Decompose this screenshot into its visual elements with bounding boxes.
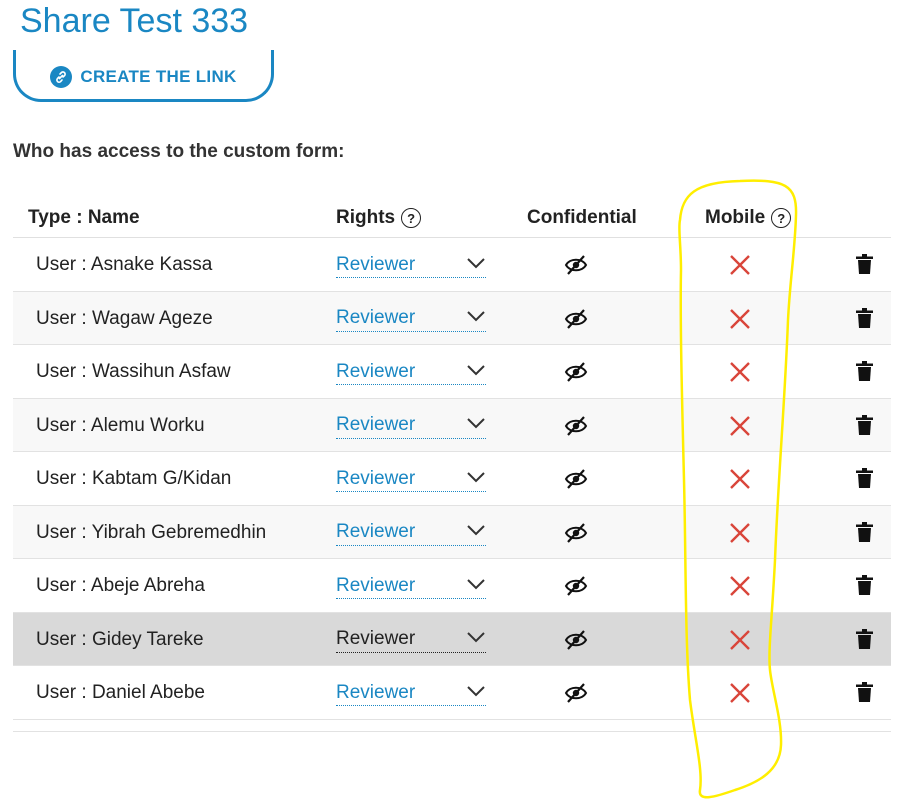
rights-value: Reviewer xyxy=(336,574,416,596)
create-link-button[interactable]: CREATE THE LINK xyxy=(13,50,274,102)
table-row[interactable]: User : Gidey Tareke Reviewer xyxy=(13,612,891,666)
trash-icon[interactable] xyxy=(856,414,873,440)
chevron-down-icon xyxy=(466,630,486,648)
create-link-label: CREATE THE LINK xyxy=(80,66,237,86)
rights-dropdown[interactable]: Reviewer xyxy=(336,359,486,385)
chevron-down-icon xyxy=(466,363,486,381)
eye-slash-icon[interactable] xyxy=(564,629,588,656)
user-name: User : Alemu Worku xyxy=(36,414,205,436)
eye-slash-icon[interactable] xyxy=(564,415,588,442)
cross-icon[interactable] xyxy=(728,414,752,443)
access-table: Type : Name Rights ? Confidential Mobile… xyxy=(13,196,891,732)
cross-icon[interactable] xyxy=(728,307,752,336)
rights-dropdown[interactable]: Reviewer xyxy=(336,306,486,332)
trash-icon[interactable] xyxy=(856,361,873,386)
table-row[interactable]: User : Alemu Worku Reviewer xyxy=(13,398,891,452)
user-name: User : Yibrah Gebremedhin xyxy=(36,521,267,543)
trash-icon[interactable] xyxy=(856,468,873,493)
cross-icon[interactable] xyxy=(728,467,752,496)
eye-slash-icon[interactable] xyxy=(564,254,588,281)
user-name: User : Wassihun Asfaw xyxy=(36,361,231,382)
trash-icon[interactable] xyxy=(856,682,873,707)
table-row[interactable]: User : Daniel Abebe Reviewer xyxy=(13,666,891,720)
help-circle-icon[interactable]: ? xyxy=(401,208,422,228)
chevron-down-icon xyxy=(466,256,486,274)
user-name: User : Wagaw Ageze xyxy=(36,307,213,329)
rights-dropdown[interactable]: Reviewer xyxy=(336,252,486,278)
rights-dropdown[interactable]: Reviewer xyxy=(336,573,486,599)
trash-icon[interactable] xyxy=(856,628,873,654)
table-footer xyxy=(13,720,891,732)
chevron-down-icon xyxy=(466,470,486,488)
user-name: User : Gidey Tareke xyxy=(36,628,204,650)
cross-icon[interactable] xyxy=(728,574,752,603)
cross-icon[interactable] xyxy=(728,253,752,282)
header-confidential: Confidential xyxy=(527,207,637,228)
user-name: User : Asnake Kassa xyxy=(36,254,213,275)
eye-slash-icon[interactable] xyxy=(564,575,588,602)
eye-slash-icon[interactable] xyxy=(564,361,588,388)
rights-value: Reviewer xyxy=(336,521,416,542)
trash-icon[interactable] xyxy=(856,521,873,547)
chevron-down-icon xyxy=(466,523,486,541)
eye-slash-icon[interactable] xyxy=(564,522,588,549)
rights-dropdown[interactable]: Reviewer xyxy=(336,466,486,492)
chevron-down-icon xyxy=(466,577,486,595)
table-row[interactable]: User : Abeje Abreha Reviewer xyxy=(13,559,891,613)
rights-value: Reviewer xyxy=(336,414,416,435)
user-name: User : Abeje Abreha xyxy=(36,575,205,596)
trash-icon[interactable] xyxy=(856,254,873,279)
rights-dropdown[interactable]: Reviewer xyxy=(336,520,486,546)
rights-value: Reviewer xyxy=(336,360,416,382)
table-row[interactable]: User : Yibrah Gebremedhin Reviewer xyxy=(13,505,891,559)
rights-dropdown[interactable]: Reviewer xyxy=(336,627,486,653)
cross-icon[interactable] xyxy=(728,521,752,550)
rights-dropdown[interactable]: Reviewer xyxy=(336,680,486,706)
cross-icon[interactable] xyxy=(728,360,752,389)
access-heading: Who has access to the custom form: xyxy=(13,141,345,162)
header-mobile: Mobile ? xyxy=(705,207,792,229)
rights-value: Reviewer xyxy=(336,253,416,275)
rights-value: Reviewer xyxy=(336,467,416,489)
eye-slash-icon[interactable] xyxy=(564,308,588,335)
link-icon xyxy=(50,65,73,88)
user-name: User : Daniel Abebe xyxy=(36,682,205,703)
rights-value: Reviewer xyxy=(336,307,416,328)
rights-value: Reviewer xyxy=(336,681,416,703)
header-rights: Rights ? xyxy=(336,207,422,229)
chevron-down-icon xyxy=(466,309,486,327)
table-header: Type : Name Rights ? Confidential Mobile… xyxy=(13,196,891,238)
cross-icon[interactable] xyxy=(728,681,752,710)
rights-dropdown[interactable]: Reviewer xyxy=(336,413,486,439)
trash-icon[interactable] xyxy=(856,307,873,333)
chevron-down-icon xyxy=(466,684,486,702)
eye-slash-icon[interactable] xyxy=(564,468,588,495)
table-row[interactable]: User : Wassihun Asfaw Reviewer xyxy=(13,345,891,399)
help-circle-icon[interactable]: ? xyxy=(771,208,792,228)
table-row[interactable]: User : Asnake Kassa Reviewer xyxy=(13,238,891,292)
chevron-down-icon xyxy=(466,416,486,434)
cross-icon[interactable] xyxy=(728,628,752,657)
trash-icon[interactable] xyxy=(856,575,873,600)
rights-value: Reviewer xyxy=(336,628,416,649)
table-row[interactable]: User : Kabtam G/Kidan Reviewer xyxy=(13,452,891,506)
page-title: Share Test 333 xyxy=(20,2,249,40)
user-name: User : Kabtam G/Kidan xyxy=(36,468,232,489)
header-type-name: Type : Name xyxy=(28,207,140,228)
table-row[interactable]: User : Wagaw Ageze Reviewer xyxy=(13,291,891,345)
eye-slash-icon[interactable] xyxy=(564,682,588,709)
